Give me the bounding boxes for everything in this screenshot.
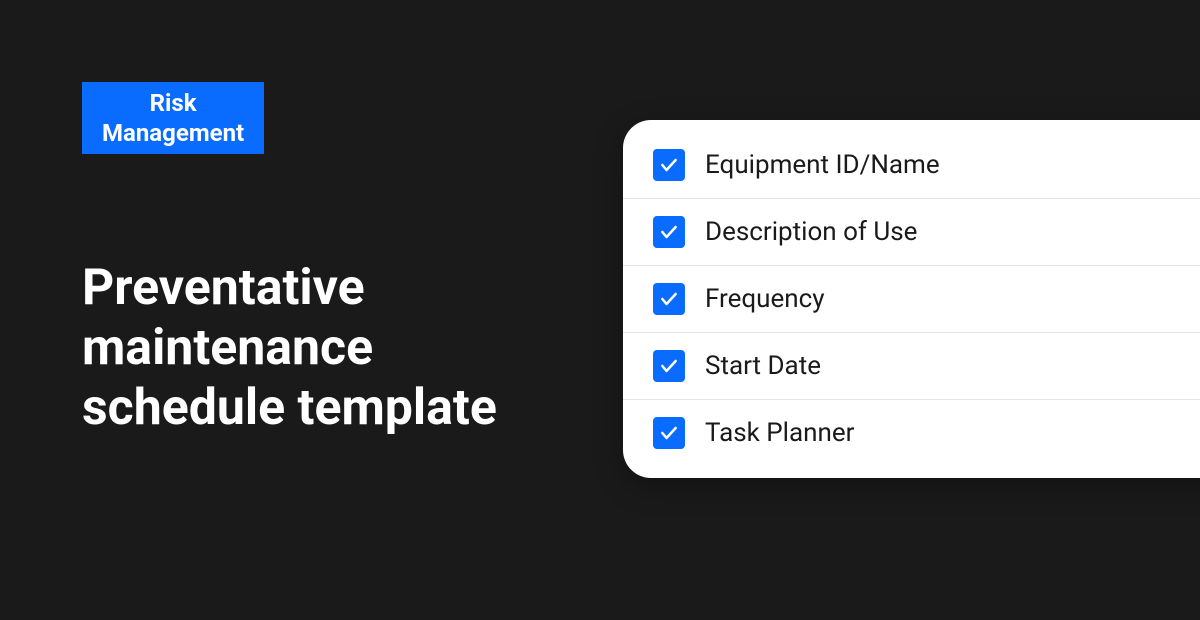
list-item-label: Start Date (705, 351, 821, 381)
banner-container: Risk Management Preventative maintenance… (0, 0, 1200, 620)
list-item-label: Task Planner (705, 418, 854, 448)
list-item-label: Frequency (705, 284, 825, 314)
list-item: Equipment ID/Name (623, 132, 1200, 199)
list-item: Frequency (623, 266, 1200, 333)
list-item: Task Planner (623, 400, 1200, 466)
list-item: Start Date (623, 333, 1200, 400)
checkbox-checked-icon (653, 417, 685, 449)
checklist-card: Equipment ID/Name Description of Use Fre… (623, 120, 1200, 478)
checkbox-checked-icon (653, 283, 685, 315)
list-item-label: Equipment ID/Name (705, 150, 940, 180)
checkbox-checked-icon (653, 149, 685, 181)
list-item: Description of Use (623, 199, 1200, 266)
checkbox-checked-icon (653, 350, 685, 382)
category-tag: Risk Management (82, 82, 264, 154)
page-title: Preventative maintenance schedule templa… (82, 258, 582, 438)
checkbox-checked-icon (653, 216, 685, 248)
list-item-label: Description of Use (705, 217, 917, 247)
tag-text-line2: Management (102, 119, 244, 147)
tag-text-line1: Risk (150, 89, 197, 117)
